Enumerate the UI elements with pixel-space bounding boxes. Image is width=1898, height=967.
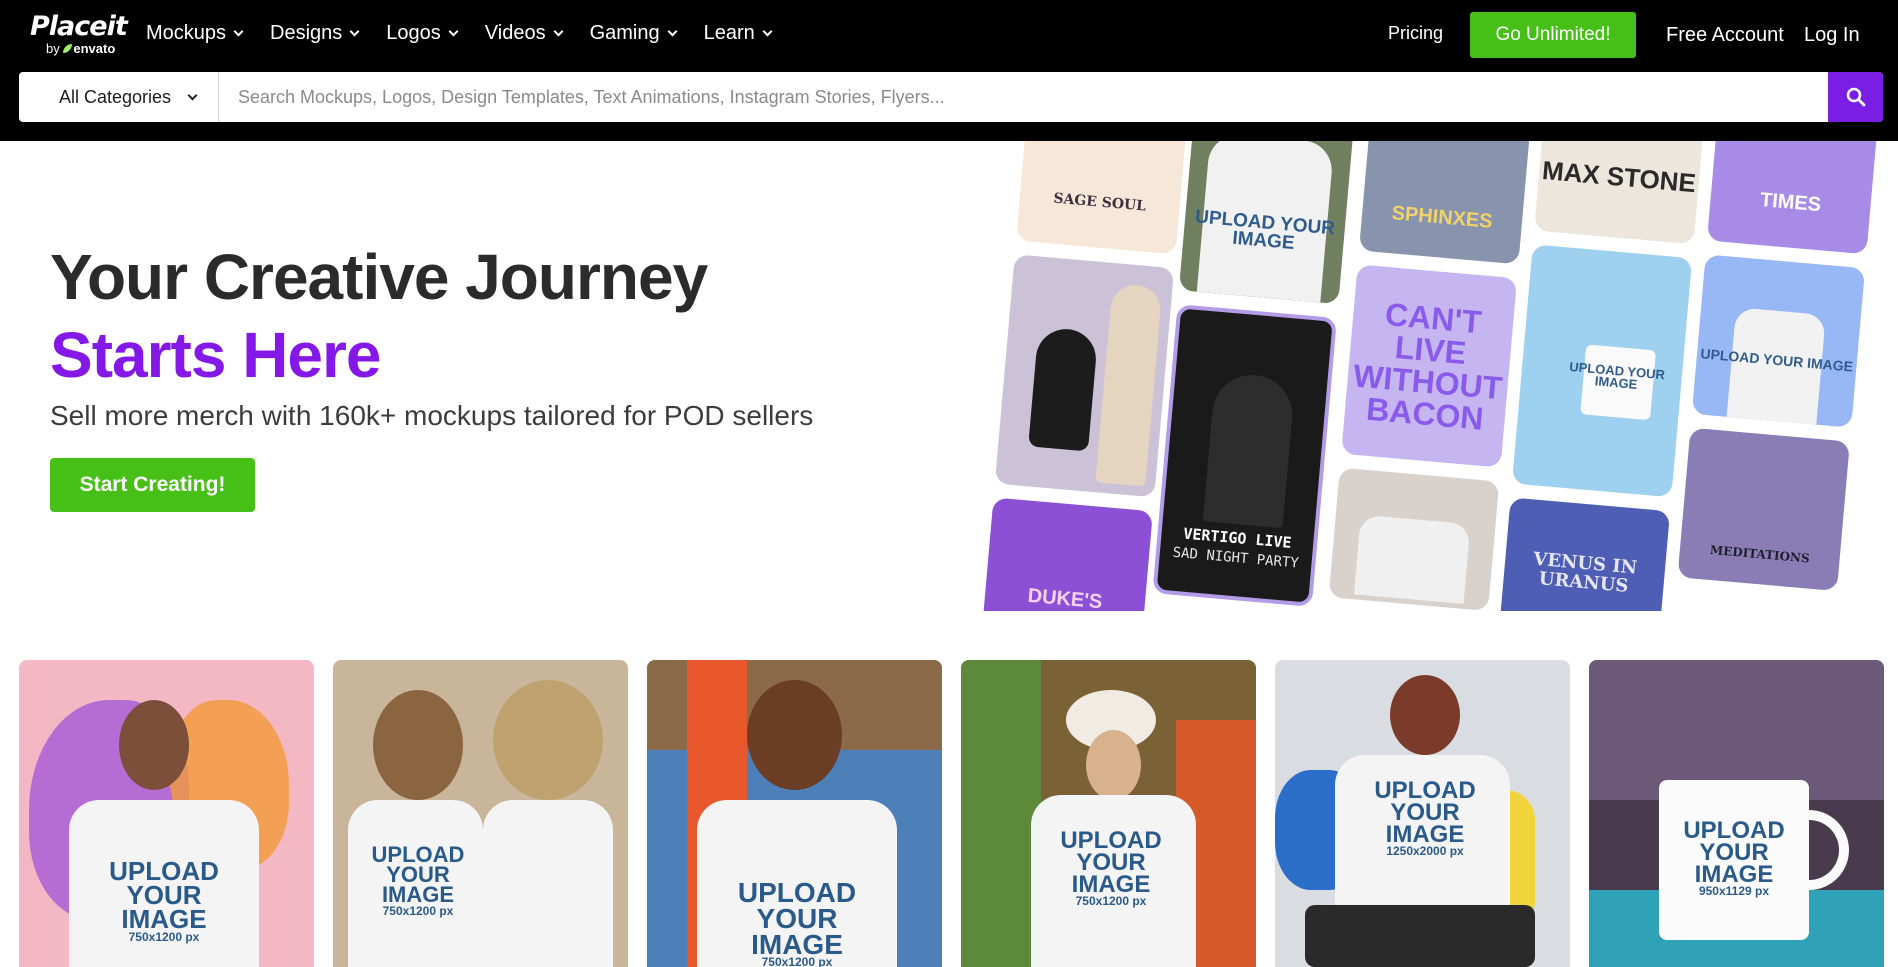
person-figure <box>1095 282 1163 487</box>
mockup-card[interactable]: UPLOAD YOUR IMAGE 750x1200 px <box>961 660 1256 967</box>
nav-item-label: Videos <box>484 22 546 44</box>
collage-tile-venus[interactable]: VENUS IN URANUS <box>1498 497 1671 611</box>
hoodie-shape <box>1353 514 1471 604</box>
search-icon <box>1846 87 1865 107</box>
placeit-logo[interactable]: Placeit by envato <box>30 11 128 56</box>
chevron-down-icon <box>553 26 564 37</box>
upload-size: 950x1129 px <box>1698 884 1770 899</box>
mockup-card[interactable]: UPLOAD YOUR IMAGE 1250x2000 px <box>1275 660 1570 967</box>
collage-text: VENUS IN URANUS <box>1532 548 1638 597</box>
model-head <box>747 680 842 790</box>
hero-subtitle: Sell more merch with 160k+ mockups tailo… <box>50 400 814 431</box>
category-dropdown-label: All Categories <box>59 86 172 107</box>
start-creating-button[interactable]: Start Creating! <box>50 458 255 512</box>
chevron-down-icon <box>187 90 198 100</box>
collage-tile-times[interactable]: TIMES <box>1706 141 1880 255</box>
collage-tile-tshirt-model[interactable]: UPLOAD YOUR IMAGE <box>1178 141 1358 305</box>
collage-tile-hoodies[interactable] <box>1328 467 1500 611</box>
model-head <box>119 700 189 790</box>
hero-collage: SAGE SOUL DUKE'S UPLOAD YOUR IMAGE VERTI… <box>980 141 1898 611</box>
nav-item-label: Designs <box>270 22 343 44</box>
main-menu: Mockups Designs Logos Videos Gaming Lear… <box>146 22 799 45</box>
mockup-card[interactable]: UPLOAD YOUR IMAGE 750x1200 px <box>19 660 314 967</box>
upload-size: 750x1200 px <box>382 903 454 918</box>
collage-text: SPHINXES <box>1390 201 1494 233</box>
person-figure <box>1202 371 1296 529</box>
nav-item-learn[interactable]: Learn <box>703 22 773 45</box>
collage-tile-sage-soul[interactable]: SAGE SOUL <box>1016 141 1190 255</box>
upload-placeholder: UPLOAD YOUR IMAGE 750x1200 px <box>89 858 239 944</box>
hero-title-line1: Your Creative Journey <box>50 241 708 313</box>
collage-tile-max-stone[interactable]: MAX STONE <box>1534 141 1708 245</box>
logo-byline: by envato <box>46 42 127 56</box>
mug-handle <box>1799 810 1849 890</box>
collage-tile-sphinxes[interactable]: SPHINXES <box>1358 141 1532 265</box>
nav-item-videos[interactable]: Videos <box>484 22 564 45</box>
chevron-down-icon <box>762 26 773 37</box>
chevron-down-icon <box>349 26 360 37</box>
envato-leaf-icon <box>63 44 73 53</box>
mockup-card[interactable]: UPLOAD YOUR IMAGE 750x1200 px <box>333 660 628 967</box>
upload-size: 750x1200 px <box>1075 894 1147 909</box>
collage-tile-bacon[interactable]: CAN'T LIVE WITHOUT BACON <box>1341 264 1518 468</box>
chevron-down-icon <box>448 26 459 37</box>
nav-item-gaming[interactable]: Gaming <box>589 22 678 45</box>
upload-placeholder: UPLOAD YOUR IMAGE 950x1129 px <box>1669 819 1799 899</box>
free-account-link[interactable]: Free Account <box>1666 24 1784 47</box>
nav-item-designs[interactable]: Designs <box>270 22 360 45</box>
model-head <box>1390 675 1460 755</box>
plants <box>961 660 1041 967</box>
search-input[interactable] <box>220 72 1828 122</box>
nav-item-logos[interactable]: Logos <box>386 22 459 45</box>
hero-title-line2: Starts Here <box>50 319 381 391</box>
collage-tile-meditations[interactable]: MEDITATIONS <box>1677 427 1850 592</box>
logo-wordmark: Placeit <box>30 11 128 42</box>
collage-tile-vertigo[interactable]: VERTIGO LIVE SAD NIGHT PARTY <box>1152 304 1337 607</box>
mockup-card[interactable]: UPLOAD YOUR IMAGE 750x1200 px <box>647 660 942 967</box>
flower-background <box>1589 660 1884 800</box>
collage-text: CAN'T LIVE WITHOUT BACON <box>1351 296 1504 437</box>
jeans-shape <box>1305 905 1535 967</box>
login-link[interactable]: Log In <box>1804 24 1860 47</box>
dog-figure <box>1028 326 1099 452</box>
nav-item-mockups[interactable]: Mockups <box>146 22 244 45</box>
nav-item-label: Gaming <box>589 22 660 44</box>
tshirt-shape <box>483 800 613 967</box>
logo-by: by <box>46 41 60 56</box>
upload-placeholder: UPLOAD YOUR IMAGE 750x1200 px <box>358 844 478 918</box>
nav-item-label: Logos <box>386 22 441 44</box>
collage-text: TIMES <box>1759 188 1822 216</box>
search-bar: All Categories <box>19 72 1883 122</box>
collage-tile-mug-model[interactable]: UPLOAD YOUR IMAGE <box>1511 244 1693 498</box>
category-dropdown[interactable]: All Categories <box>19 72 219 122</box>
search-button[interactable] <box>1828 72 1883 122</box>
model-head <box>373 690 463 800</box>
model-head <box>493 680 603 800</box>
upload-size: 750x1200 px <box>761 955 833 967</box>
collage-text: MEDITATIONS <box>1709 542 1811 566</box>
nav-item-label: Learn <box>703 22 755 44</box>
upload-size: 750x1200 px <box>128 929 200 944</box>
pricing-link[interactable]: Pricing <box>1388 23 1443 44</box>
mockup-grid: UPLOAD YOUR IMAGE 750x1200 px UPLOAD YOU… <box>19 660 1884 967</box>
upload-placeholder: UPLOAD YOUR IMAGE <box>1568 358 1666 392</box>
go-unlimited-button[interactable]: Go Unlimited! <box>1470 12 1636 58</box>
collage-text: SAGE SOUL <box>1052 190 1147 215</box>
model-head <box>1086 730 1141 800</box>
logo-envato: envato <box>73 41 116 56</box>
collage-text: MAX STONE <box>1540 155 1698 199</box>
nav-item-label: Mockups <box>146 22 227 44</box>
chevron-down-icon <box>233 26 244 37</box>
upload-placeholder: UPLOAD YOUR IMAGE 750x1200 px <box>1046 829 1176 909</box>
upload-size: 1250x2000 px <box>1386 844 1464 859</box>
collage-text: DUKE'S <box>1026 584 1104 611</box>
collage-tile-dukes[interactable]: DUKE'S <box>980 497 1153 611</box>
collage-tile-dog-photo[interactable] <box>994 254 1175 498</box>
upload-placeholder: UPLOAD YOUR IMAGE 1250x2000 px <box>1360 779 1490 859</box>
mockup-card[interactable]: UPLOAD YOUR IMAGE 950x1129 px <box>1589 660 1884 967</box>
upload-placeholder: UPLOAD YOUR IMAGE 750x1200 px <box>722 879 872 967</box>
chevron-down-icon <box>667 26 678 37</box>
top-navigation-bar: Placeit by envato Mockups Designs Logos … <box>0 0 1898 141</box>
collage-tile-shirt-box[interactable]: UPLOAD YOUR IMAGE <box>1691 254 1866 428</box>
